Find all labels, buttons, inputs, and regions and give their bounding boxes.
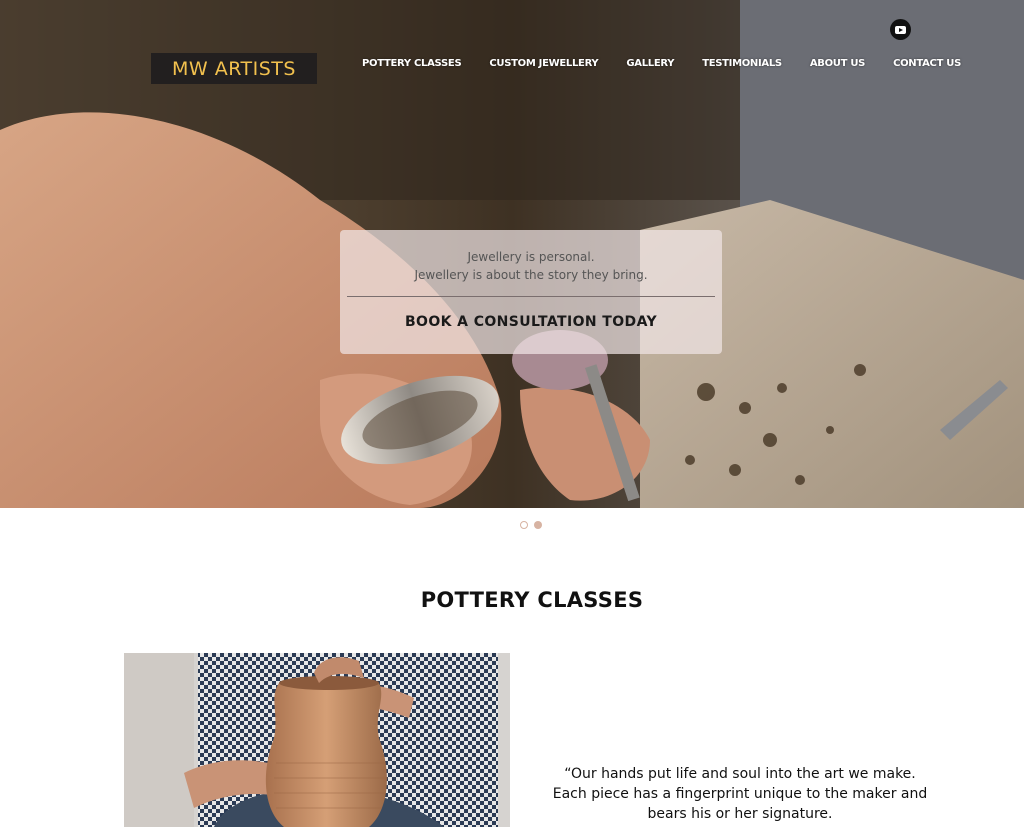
quote-line-2: Each piece has a fingerprint unique to t… [552, 786, 928, 802]
section-title-pottery: POTTERY CLASSES [420, 588, 644, 612]
pottery-image [124, 653, 510, 827]
slider-dot-2[interactable] [534, 521, 542, 529]
hero-slider: MW ARTISTS POTTERY CLASSES CUSTOM JEWELL… [0, 0, 1024, 508]
pottery-illustration [124, 653, 510, 827]
caption-line-2: Jewellery is about the story they bring. [414, 268, 648, 282]
nav-item-custom-jewellery[interactable]: CUSTOM JEWELLERY [489, 58, 598, 69]
logo-text: MW ARTISTS [172, 57, 296, 80]
nav-item-contact-us[interactable]: CONTACT US [893, 58, 961, 69]
main-nav: POTTERY CLASSES CUSTOM JEWELLERY GALLERY… [362, 58, 961, 69]
nav-item-pottery-classes[interactable]: POTTERY CLASSES [362, 58, 462, 69]
nav-item-gallery[interactable]: GALLERY [626, 58, 674, 69]
book-consultation-button[interactable]: BOOK A CONSULTATION TODAY [405, 314, 657, 330]
nav-item-testimonials[interactable]: TESTIMONIALS [702, 58, 782, 69]
quote-line-1: “Our hands put life and soul into the ar… [564, 766, 916, 782]
caption-divider [347, 296, 715, 297]
quote-line-3: bears his or her signature. [647, 806, 833, 822]
pottery-quote: “Our hands put life and soul into the ar… [530, 764, 950, 824]
hero-caption: Jewellery is personal. Jewellery is abou… [340, 230, 722, 354]
slider-dots [520, 521, 548, 529]
logo[interactable]: MW ARTISTS [151, 53, 317, 84]
slider-dot-1[interactable] [520, 521, 528, 529]
caption-line-1: Jewellery is personal. [467, 250, 595, 264]
youtube-play-shape [895, 25, 906, 34]
youtube-icon[interactable] [890, 19, 911, 40]
nav-item-about-us[interactable]: ABOUT US [810, 58, 866, 69]
